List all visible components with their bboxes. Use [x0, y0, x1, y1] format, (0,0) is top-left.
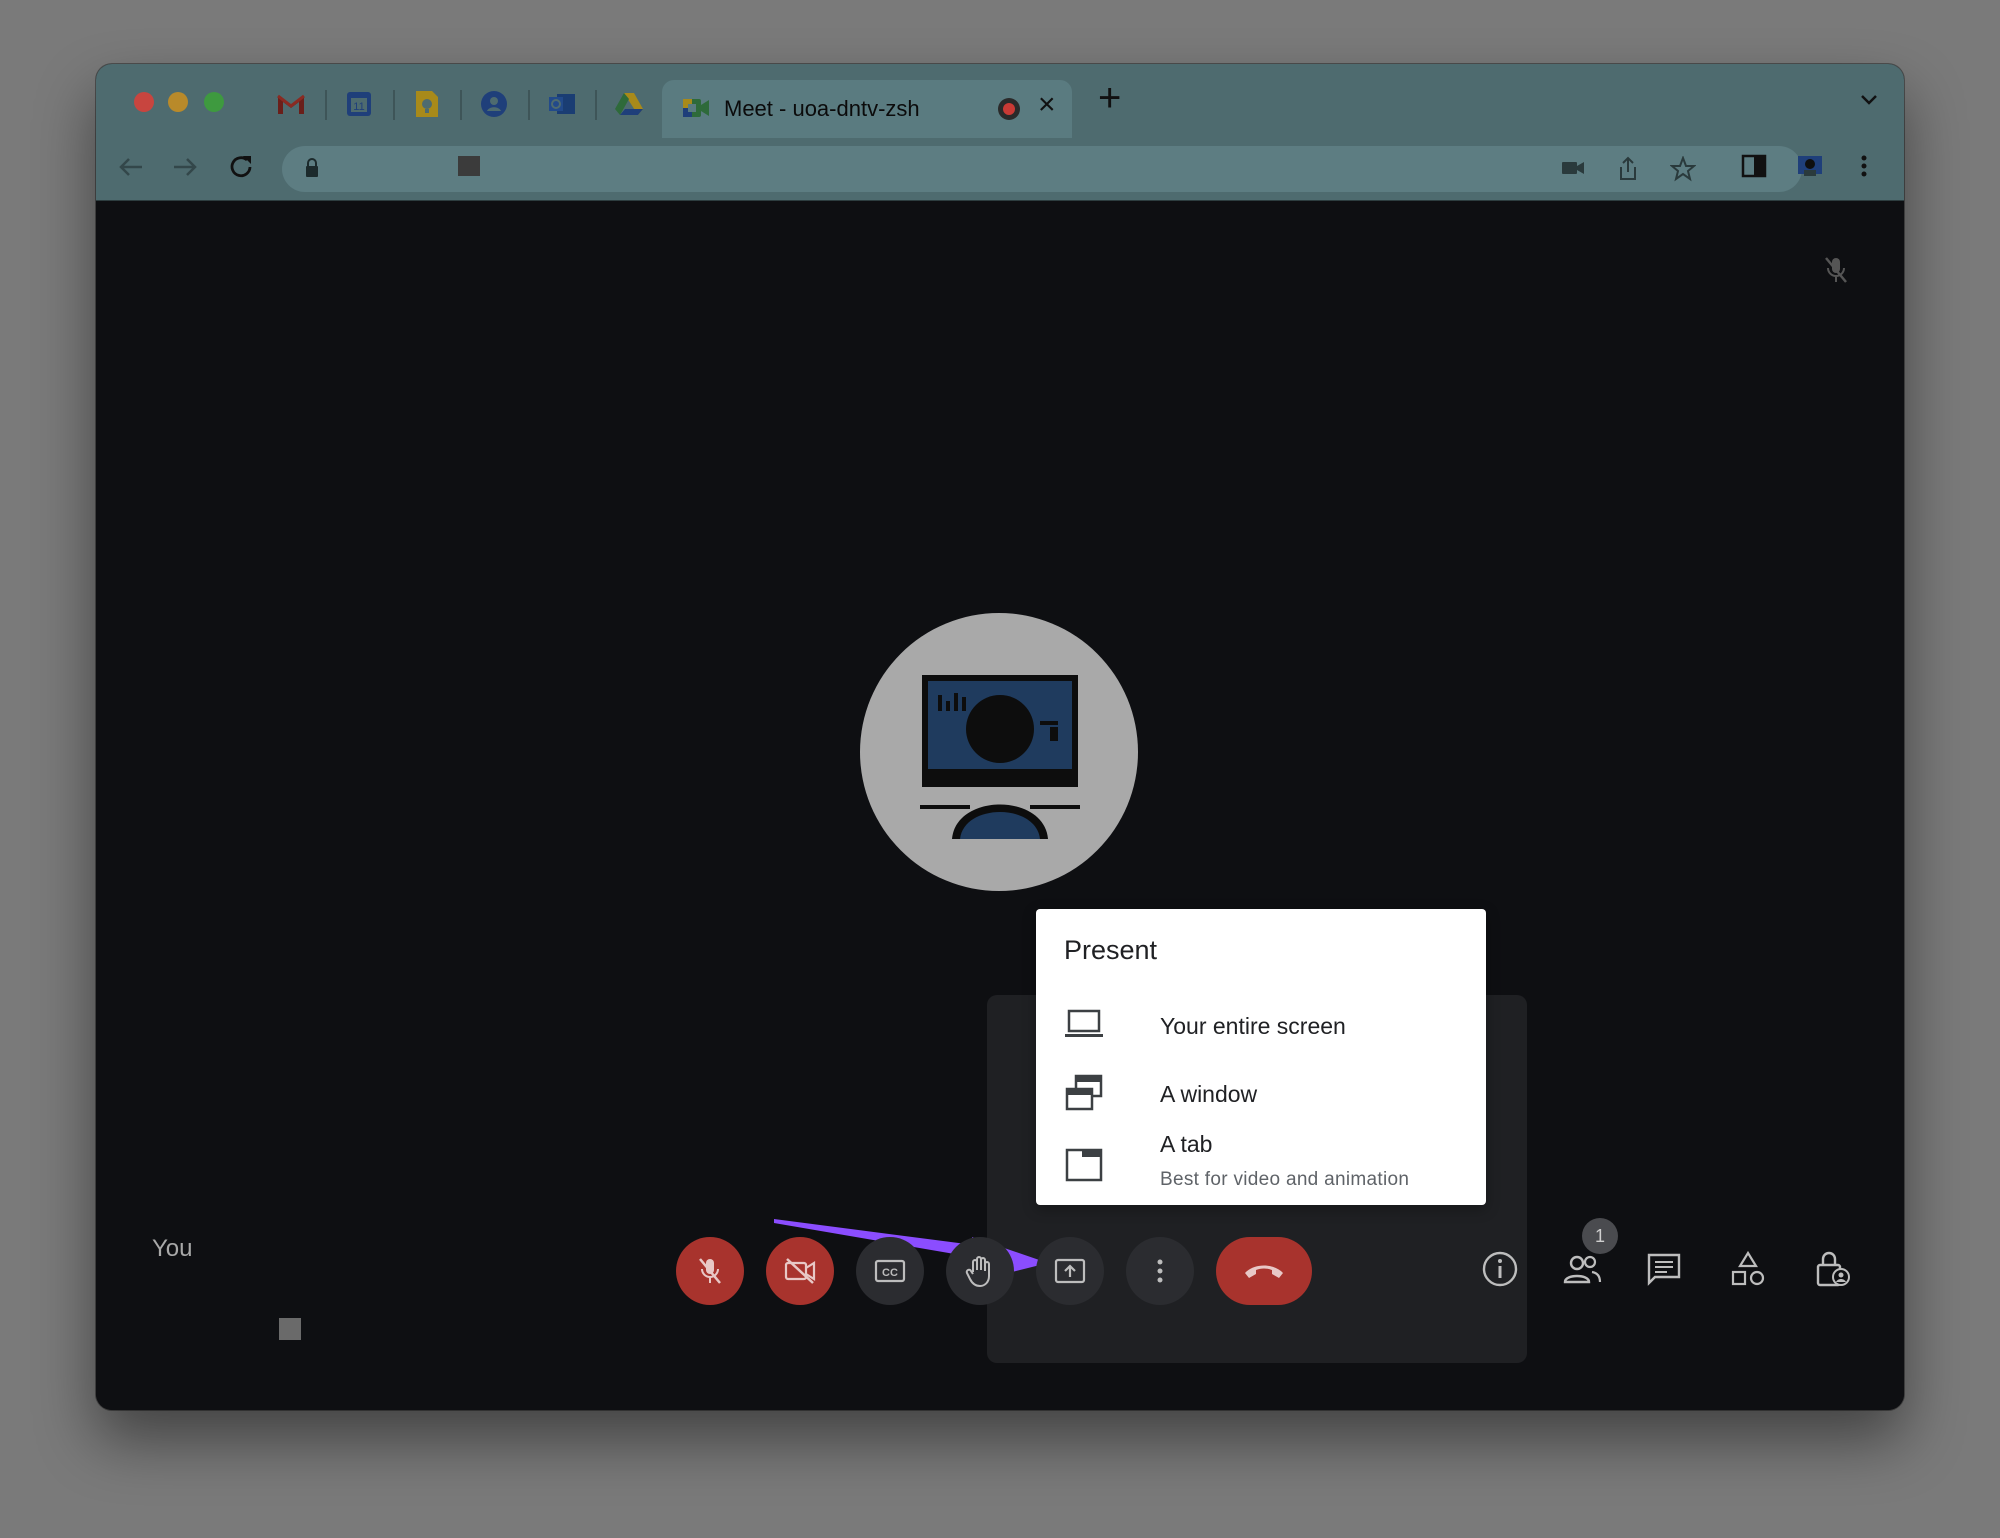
calendar-icon[interactable]: 11 — [339, 84, 379, 124]
tab-separator — [460, 90, 462, 120]
maximize-window-button[interactable] — [204, 92, 224, 112]
close-tab-icon[interactable]: × — [1038, 90, 1056, 120]
camera-toggle-button[interactable] — [766, 1237, 834, 1305]
lock-person-icon — [1813, 1249, 1851, 1289]
new-tab-button[interactable]: + — [1098, 78, 1121, 118]
gmail-icon[interactable] — [271, 84, 311, 124]
side-panel-icon[interactable] — [1740, 152, 1768, 180]
bookmark-star-icon[interactable] — [1670, 156, 1696, 182]
raise-hand-button[interactable] — [946, 1237, 1014, 1305]
meet-icon — [682, 96, 710, 120]
menu-item-label: A window — [1160, 1081, 1258, 1107]
mic-off-icon — [1822, 255, 1850, 285]
present-now-button[interactable] — [1036, 1237, 1104, 1305]
captions-button[interactable]: CC — [856, 1237, 924, 1305]
self-name-label: You — [152, 1235, 193, 1262]
menu-item-label: A tab — [1160, 1131, 1213, 1157]
minimize-window-button[interactable] — [168, 92, 188, 112]
present-window-option[interactable]: A window — [1036, 1067, 1486, 1131]
share-icon[interactable] — [1616, 156, 1640, 182]
tab-separator — [528, 90, 530, 120]
chevron-down-icon[interactable] — [1858, 88, 1880, 110]
activities-button[interactable] — [1726, 1247, 1770, 1291]
meet-stage: You — [96, 201, 1904, 1410]
participants-button[interactable] — [1560, 1247, 1604, 1291]
redacted-block — [279, 1318, 301, 1340]
tab-icon — [1064, 1147, 1104, 1183]
camera-off-icon — [783, 1256, 817, 1286]
address-bar[interactable] — [282, 146, 1802, 192]
calendar-day-text: 11 — [353, 101, 364, 113]
window-icon — [1064, 1073, 1104, 1113]
info-icon — [1481, 1250, 1519, 1288]
redacted-url-block — [458, 156, 480, 176]
present-screen-icon — [1053, 1256, 1087, 1286]
mic-off-icon — [696, 1256, 724, 1286]
participant-avatar — [860, 613, 1138, 891]
contacts-icon[interactable] — [474, 84, 514, 124]
leave-call-button[interactable] — [1216, 1237, 1312, 1305]
closed-captions-icon: CC — [873, 1257, 907, 1285]
menu-item-subtitle: Best for video and animation — [1160, 1169, 1410, 1190]
present-menu-title: Present — [1064, 935, 1158, 965]
hand-icon — [965, 1254, 995, 1288]
recording-indicator-icon — [998, 98, 1020, 120]
forward-icon[interactable] — [170, 152, 200, 182]
camera-in-use-icon[interactable] — [1560, 156, 1586, 180]
profile-avatar[interactable] — [1796, 152, 1824, 180]
shapes-icon — [1729, 1250, 1767, 1288]
more-menu-icon[interactable] — [1852, 152, 1876, 180]
outlook-icon[interactable] — [542, 84, 582, 124]
chat-button[interactable] — [1642, 1247, 1686, 1291]
more-options-button[interactable] — [1126, 1237, 1194, 1305]
present-entire-screen-option[interactable]: Your entire screen — [1036, 999, 1486, 1063]
mic-toggle-button[interactable] — [676, 1237, 744, 1305]
tab-separator — [393, 90, 395, 120]
tab-separator — [595, 90, 597, 120]
people-icon — [1562, 1252, 1602, 1286]
hang-up-icon — [1242, 1261, 1286, 1281]
laptop-icon — [1064, 1007, 1104, 1041]
more-vert-icon — [1155, 1257, 1165, 1285]
svg-text:CC: CC — [882, 1267, 898, 1279]
host-controls-button[interactable] — [1810, 1247, 1854, 1291]
keep-icon[interactable] — [407, 84, 447, 124]
browser-window: 11 Meet - uoa-dntv-zsh × + You Present Y… — [96, 64, 1904, 1410]
browser-toolbar — [96, 138, 1904, 201]
present-menu: Present Your entire screen A window A ta… — [1036, 909, 1486, 1205]
tab-bar: 11 Meet - uoa-dntv-zsh × + — [96, 64, 1904, 138]
menu-item-label: Your entire screen — [1160, 1013, 1346, 1039]
chat-icon — [1645, 1251, 1683, 1287]
back-icon[interactable] — [116, 152, 146, 182]
present-tab-option[interactable]: A tab Best for video and animation — [1036, 1131, 1486, 1195]
drive-icon[interactable] — [609, 84, 649, 124]
lock-icon — [304, 158, 320, 178]
meeting-details-button[interactable] — [1478, 1247, 1522, 1291]
tab-meet[interactable]: Meet - uoa-dntv-zsh × — [662, 80, 1072, 138]
reload-icon[interactable] — [226, 152, 256, 182]
tab-title: Meet - uoa-dntv-zsh — [724, 96, 920, 121]
tab-separator — [325, 90, 327, 120]
close-window-button[interactable] — [134, 92, 154, 112]
